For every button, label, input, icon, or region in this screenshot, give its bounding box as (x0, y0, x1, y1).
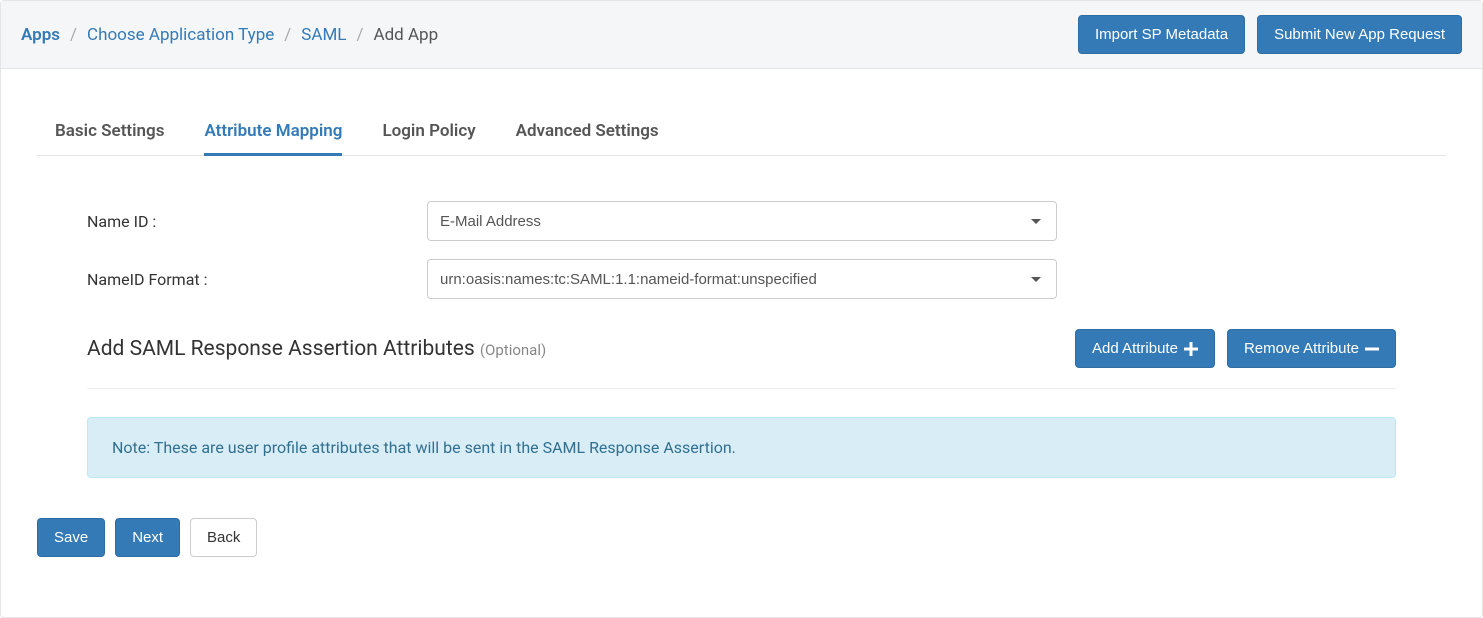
breadcrumb-separator: / (352, 25, 367, 45)
form-row-nameid-format: NameID Format : urn:oasis:names:tc:SAML:… (87, 259, 1396, 299)
breadcrumb-separator: / (66, 25, 81, 45)
next-button[interactable]: Next (115, 518, 180, 557)
nameid-format-select[interactable]: urn:oasis:names:tc:SAML:1.1:nameid-forma… (427, 259, 1057, 299)
content-area: Basic Settings Attribute Mapping Login P… (1, 109, 1482, 478)
breadcrumb-separator: / (280, 25, 295, 45)
breadcrumb-saml[interactable]: SAML (301, 25, 346, 45)
info-note: Note: These are user profile attributes … (87, 417, 1396, 478)
remove-attribute-button[interactable]: Remove Attribute (1227, 329, 1396, 368)
submit-new-app-request-button[interactable]: Submit New App Request (1257, 15, 1462, 54)
add-attribute-button[interactable]: Add Attribute (1075, 329, 1215, 368)
section-title-text: Add SAML Response Assertion Attributes (87, 337, 475, 361)
header-bar: Apps / Choose Application Type / SAML / … (1, 1, 1482, 69)
page-container: Apps / Choose Application Type / SAML / … (0, 0, 1483, 618)
tab-basic-settings[interactable]: Basic Settings (55, 109, 164, 156)
breadcrumb-apps[interactable]: Apps (21, 25, 60, 45)
tab-advanced-settings[interactable]: Advanced Settings (516, 109, 659, 156)
form-row-name-id: Name ID : E-Mail Address (87, 201, 1396, 241)
section-header: Add SAML Response Assertion Attributes (… (87, 329, 1396, 389)
section-optional-text: (Optional) (480, 341, 546, 359)
name-id-label: Name ID : (87, 212, 427, 231)
tabs: Basic Settings Attribute Mapping Login P… (37, 109, 1446, 156)
save-button[interactable]: Save (37, 518, 105, 557)
back-button[interactable]: Back (190, 518, 257, 557)
tab-login-policy[interactable]: Login Policy (382, 109, 475, 156)
header-actions: Import SP Metadata Submit New App Reques… (1078, 15, 1462, 54)
breadcrumb-current: Add App (373, 25, 438, 45)
breadcrumb-choose-type[interactable]: Choose Application Type (87, 25, 274, 45)
name-id-select[interactable]: E-Mail Address (427, 201, 1057, 241)
add-attribute-label: Add Attribute (1092, 338, 1178, 359)
form-area: Name ID : E-Mail Address NameID Format :… (37, 156, 1446, 478)
footer-actions: Save Next Back (1, 478, 1482, 577)
plus-icon (1184, 342, 1198, 356)
section-actions: Add Attribute Remove Attribute (1075, 329, 1396, 368)
import-sp-metadata-button[interactable]: Import SP Metadata (1078, 15, 1245, 54)
minus-icon (1365, 342, 1379, 356)
section-title: Add SAML Response Assertion Attributes (… (87, 337, 546, 361)
tab-attribute-mapping[interactable]: Attribute Mapping (204, 109, 342, 156)
breadcrumb: Apps / Choose Application Type / SAML / … (21, 25, 438, 45)
nameid-format-label: NameID Format : (87, 270, 427, 289)
remove-attribute-label: Remove Attribute (1244, 338, 1359, 359)
